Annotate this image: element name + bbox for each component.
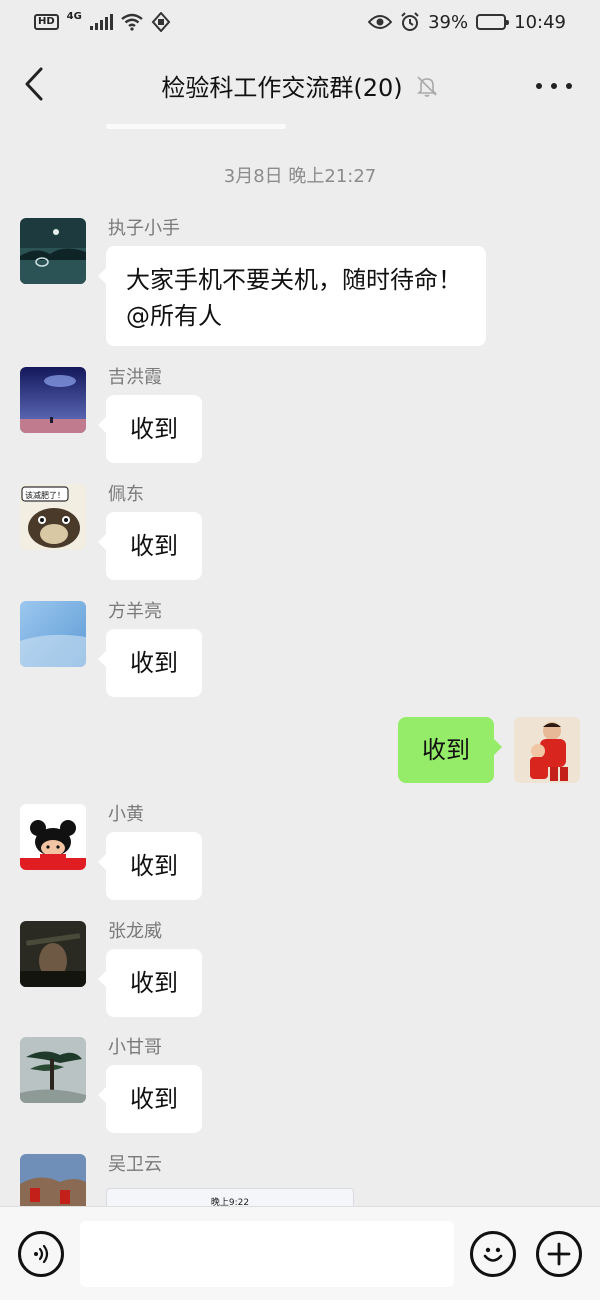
title-wrap: 检验科工作交流群(20) xyxy=(0,68,600,103)
message-item: 吉洪霞 收到 xyxy=(20,367,580,467)
avatar-image xyxy=(20,921,86,987)
status-bar: HD 4G 39% 10:49 xyxy=(0,0,600,44)
message-item: 张龙威 收到 xyxy=(20,921,580,1021)
voice-button[interactable] xyxy=(18,1231,64,1277)
avatar[interactable] xyxy=(20,218,86,284)
title-underline xyxy=(106,124,286,129)
more-button[interactable] xyxy=(536,74,572,98)
emoji-button[interactable] xyxy=(470,1231,516,1277)
sender-name: 执子小手 xyxy=(108,218,180,239)
sender-name: 小黄 xyxy=(108,804,144,825)
message-item: 吴卫云 晚上9:22 xyxy=(20,1154,580,1206)
avatar[interactable] xyxy=(20,1154,86,1206)
voice-icon xyxy=(34,1244,49,1264)
sender-name: 吴卫云 xyxy=(108,1154,162,1175)
own-avatar[interactable] xyxy=(514,717,580,783)
battery-icon xyxy=(476,14,510,30)
avatar[interactable] xyxy=(20,921,86,987)
message-bubble[interactable]: 收到 xyxy=(98,629,202,697)
more-dot xyxy=(566,83,572,89)
message-input[interactable] xyxy=(80,1221,454,1287)
message-bubble[interactable]: 大家手机不要关机，随时待命！@所有人 xyxy=(98,246,486,346)
plus-button[interactable] xyxy=(536,1231,582,1277)
avatar[interactable] xyxy=(20,367,86,433)
hd-badge: HD xyxy=(34,14,59,30)
avatar-image xyxy=(20,367,86,433)
sender-name: 吉洪霞 xyxy=(108,367,162,388)
message-item: 小黄 收到 xyxy=(20,804,580,904)
message-item: 方羊亮 收到 xyxy=(20,601,580,701)
chat-area[interactable]: 3月8日 晚上21:27 执子小手 大家手机不要关机，随时待命！@所有人 吉洪霞… xyxy=(0,150,600,1206)
eye-icon xyxy=(368,15,393,29)
shield-hand-icon xyxy=(151,12,171,32)
sender-name: 小甘哥 xyxy=(108,1037,162,1058)
avatar-caption: 该减肥了！ xyxy=(25,490,65,500)
avatar-image xyxy=(20,218,86,284)
more-dot xyxy=(551,83,557,89)
status-right: 39% 10:49 xyxy=(368,12,566,33)
emoji-icon xyxy=(483,1247,503,1262)
avatar-image xyxy=(20,804,86,870)
own-message-bubble[interactable]: 收到 xyxy=(398,717,502,783)
image-caption: 晚上9:22 xyxy=(210,1198,250,1206)
avatar-image xyxy=(514,717,580,783)
avatar-image xyxy=(20,1154,86,1206)
image-message[interactable]: 晚上9:22 xyxy=(106,1188,354,1206)
bell-off-icon xyxy=(416,75,437,97)
message-bubble[interactable]: 收到 xyxy=(98,395,202,463)
wifi-icon xyxy=(121,13,143,31)
chat-timestamp: 3月8日 晚上21:27 xyxy=(223,166,377,187)
avatar[interactable] xyxy=(20,601,86,667)
signal-icon xyxy=(89,14,113,30)
message-item: 该减肥了！ 佩东 收到 xyxy=(20,484,580,584)
avatar[interactable] xyxy=(20,1037,86,1103)
plus-icon xyxy=(547,1242,571,1266)
avatar[interactable] xyxy=(20,804,86,870)
message-bubble[interactable]: 收到 xyxy=(98,1065,202,1133)
sender-name: 张龙威 xyxy=(108,921,162,942)
sender-name: 佩东 xyxy=(108,484,144,505)
more-dot xyxy=(536,83,542,89)
message-bubble[interactable]: 收到 xyxy=(98,832,202,900)
sender-name: 方羊亮 xyxy=(108,601,162,622)
avatar-image xyxy=(20,601,86,667)
message-bubble[interactable]: 收到 xyxy=(98,949,202,1017)
own-message-item: 收到 xyxy=(20,717,580,797)
chat-title: 检验科工作交流群(20) xyxy=(161,74,403,102)
status-left: HD 4G xyxy=(34,10,171,32)
avatar-image xyxy=(20,1037,86,1103)
input-bar xyxy=(0,1206,600,1300)
network-type: 4G xyxy=(66,10,82,22)
alarm-icon xyxy=(401,12,419,31)
battery-percent: 39% xyxy=(428,11,469,33)
clock: 10:49 xyxy=(514,11,566,33)
chat-header: 检验科工作交流群(20) xyxy=(0,44,600,130)
message-item: 小甘哥 收到 xyxy=(20,1037,580,1137)
message-item: 执子小手 大家手机不要关机，随时待命！@所有人 xyxy=(20,218,580,348)
message-bubble[interactable]: 收到 xyxy=(98,512,202,580)
avatar-image: 该减肥了！ xyxy=(20,484,86,550)
avatar[interactable]: 该减肥了！ xyxy=(20,484,86,550)
